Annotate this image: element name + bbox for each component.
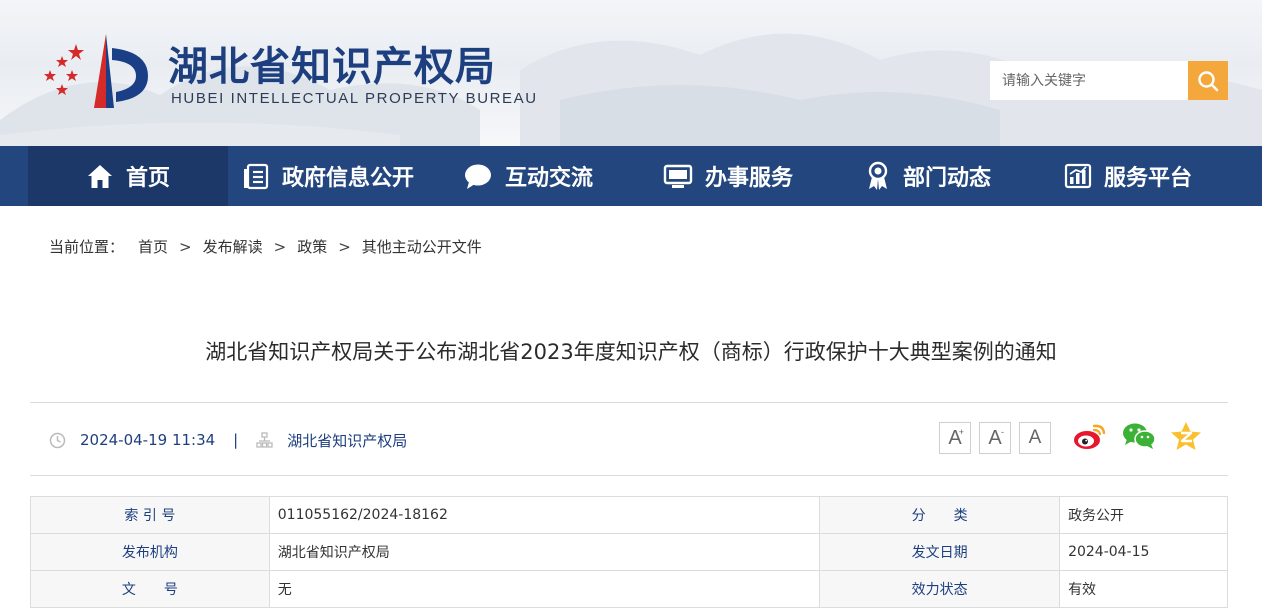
nav-item-label: 首页 <box>125 166 170 191</box>
site-subtitle: HUBEI INTELLECTUAL PROPERTY BUREAU <box>171 90 538 107</box>
qzone-icon[interactable] <box>1170 421 1202 451</box>
home-icon <box>86 162 114 190</box>
index-number-value: 011055162/2024-18162 <box>268 496 821 534</box>
breadcrumb-link-other-files[interactable]: 其他主动公开文件 <box>362 236 482 257</box>
publish-date: 2024-04-19 11:34 <box>80 431 216 449</box>
share-buttons <box>1072 421 1202 451</box>
category-label: 分 类 <box>819 496 1061 534</box>
nav-item-services[interactable]: 办事服务 <box>628 146 828 206</box>
nav-item-label: 互动交流 <box>504 166 593 191</box>
breadcrumb-separator: > <box>273 237 287 256</box>
table-row: 发布机构 湖北省知识产权局 发文日期 2024-04-15 <box>30 533 1228 571</box>
font-size-controls: A + A- A <box>939 422 1051 454</box>
divider <box>30 402 1228 403</box>
hubei-ipb-logo-icon[interactable] <box>36 30 156 112</box>
search-input[interactable] <box>990 61 1188 100</box>
nav-item-label: 政府信息公开 <box>281 166 414 191</box>
publish-source: 湖北省知识产权局 <box>287 431 408 450</box>
publisher-value: 湖北省知识产权局 <box>268 533 821 571</box>
divider <box>30 475 1228 476</box>
article-meta: 2024-04-19 11:34 | 湖北省知识产权局 <box>49 430 407 450</box>
nav-item-service-platform[interactable]: 服务平台 <box>1028 146 1228 206</box>
breadcrumb-link-policy[interactable]: 政策 <box>297 236 327 257</box>
monitor-icon <box>663 162 693 190</box>
table-row: 索 引 号 011055162/2024-18162 分 类 政务公开 <box>30 496 1228 534</box>
nav-item-label: 办事服务 <box>704 166 793 191</box>
doc-number-label: 文 号 <box>30 570 270 608</box>
issue-date-value: 2024-04-15 <box>1059 533 1228 571</box>
breadcrumb-separator: > <box>338 237 351 256</box>
category-value: 政务公开 <box>1059 496 1228 534</box>
chart-icon <box>1064 162 1092 190</box>
index-number-label: 索 引 号 <box>30 496 270 534</box>
doc-number-value: 无 <box>268 570 821 608</box>
validity-value: 有效 <box>1059 570 1228 608</box>
nav-item-gov-info[interactable]: 政府信息公开 <box>228 146 428 206</box>
search-button[interactable] <box>1188 61 1228 100</box>
font-reset-button[interactable]: A <box>1019 422 1051 454</box>
weibo-icon[interactable] <box>1072 421 1108 451</box>
site-title: 湖北省知识产权局 <box>168 44 496 90</box>
table-row: 文 号 无 效力状态 有效 <box>30 570 1228 608</box>
nav-item-home[interactable]: 首页 <box>28 146 228 206</box>
nav-item-interaction[interactable]: 互动交流 <box>428 146 628 206</box>
search-box <box>990 61 1228 100</box>
font-increase-button[interactable]: A + <box>939 422 971 454</box>
wechat-icon[interactable] <box>1122 422 1156 450</box>
breadcrumb: 当前位置： 首页 > 发布解读 > 政策 > 其他主动公开文件 <box>49 236 482 257</box>
main-nav: 首页 政府信息公开 互动交流 办事服务 部门动态 服务平台 <box>0 146 1262 206</box>
chat-bubble-icon <box>463 162 493 190</box>
issue-date-label: 发文日期 <box>819 533 1061 571</box>
award-icon <box>865 161 891 191</box>
breadcrumb-link-interpretation[interactable]: 发布解读 <box>203 236 263 257</box>
meta-divider: | <box>233 431 239 449</box>
nav-item-label: 服务平台 <box>1103 166 1192 191</box>
nav-item-department-news[interactable]: 部门动态 <box>828 146 1028 206</box>
breadcrumb-label: 当前位置： <box>49 238 125 256</box>
validity-label: 效力状态 <box>819 570 1061 608</box>
search-icon <box>1198 70 1219 91</box>
organization-icon <box>256 431 273 449</box>
document-info-table: 索 引 号 011055162/2024-18162 分 类 政务公开 发布机构… <box>30 496 1228 608</box>
nav-item-label: 部门动态 <box>902 166 991 191</box>
document-list-icon <box>242 162 270 190</box>
clock-icon <box>49 432 66 449</box>
breadcrumb-separator: > <box>179 237 192 256</box>
font-decrease-button[interactable]: A- <box>979 422 1011 454</box>
article-title: 湖北省知识产权局关于公布湖北省2023年度知识产权（商标）行政保护十大典型案例的… <box>205 340 1057 364</box>
site-header: 湖北省知识产权局 HUBEI INTELLECTUAL PROPERTY BUR… <box>0 0 1262 146</box>
publisher-label: 发布机构 <box>30 533 270 571</box>
breadcrumb-link-home[interactable]: 首页 <box>138 236 168 257</box>
